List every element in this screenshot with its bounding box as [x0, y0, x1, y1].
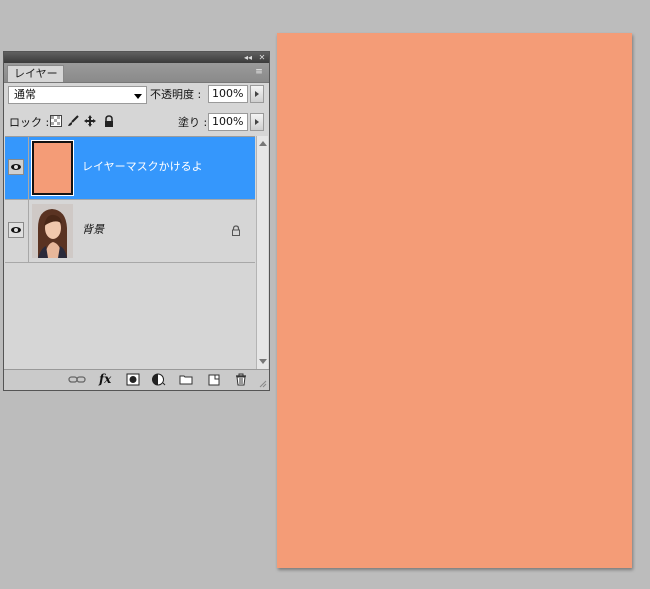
fill-label: 塗り : [178, 116, 208, 129]
document-canvas[interactable] [277, 33, 632, 568]
new-layer-icon[interactable] [207, 373, 221, 386]
lock-label: ロック : [9, 116, 50, 129]
new-group-icon[interactable] [179, 373, 193, 386]
fx-icon[interactable]: fx [99, 373, 119, 386]
blend-mode-value: 通常 [14, 88, 36, 101]
fill-field[interactable]: 100% [208, 113, 248, 131]
trash-icon[interactable] [234, 373, 248, 386]
link-gutter [28, 200, 29, 262]
blend-mode-select[interactable]: 通常 [8, 86, 147, 104]
lock-pixels-icon[interactable] [67, 115, 79, 127]
visibility-toggle[interactable] [8, 159, 24, 175]
visibility-toggle[interactable] [8, 222, 24, 238]
opacity-stepper[interactable] [250, 85, 264, 103]
opacity-field[interactable]: 100% [208, 85, 248, 103]
link-layers-icon[interactable] [68, 373, 86, 386]
lock-transparent-icon[interactable] [50, 115, 62, 127]
layers-scrollbar[interactable] [256, 136, 268, 369]
fill-stepper[interactable] [250, 113, 264, 131]
opacity-label: 不透明度 : [150, 88, 202, 101]
layers-list: レイヤーマスクかけるよ 背景 [5, 136, 255, 370]
tab-layers[interactable]: レイヤー [7, 65, 64, 82]
collapse-icon[interactable]: ◂◂ [241, 52, 255, 63]
panel-menu-icon[interactable]: ≡ [252, 66, 266, 78]
panel-titlebar[interactable]: ◂◂ ✕ [4, 52, 269, 63]
layers-panel: ◂◂ ✕ レイヤー ≡ 通常 不透明度 : 100% ロック : 塗り : 10… [3, 51, 270, 391]
layers-action-bar: fx [4, 369, 269, 390]
layer-name[interactable]: 背景 [82, 223, 104, 237]
scroll-down-icon[interactable] [259, 359, 267, 364]
close-icon[interactable]: ✕ [257, 52, 267, 63]
eye-icon [11, 164, 21, 170]
layer-name[interactable]: レイヤーマスクかけるよ [82, 160, 203, 174]
eye-icon [11, 227, 21, 233]
chevron-down-icon [134, 94, 142, 99]
link-gutter [28, 137, 29, 199]
scroll-up-icon[interactable] [259, 141, 267, 146]
tab-row: レイヤー ≡ [4, 63, 269, 83]
lock-icon [232, 225, 240, 236]
adjustment-layer-icon[interactable] [152, 373, 166, 386]
add-mask-icon[interactable] [126, 373, 140, 386]
lock-all-icon[interactable] [103, 115, 115, 127]
layer-row[interactable]: レイヤーマスクかけるよ [5, 137, 255, 200]
resize-grip-icon[interactable] [259, 380, 267, 388]
portrait-thumbnail[interactable] [32, 204, 73, 258]
layer-thumbnail[interactable] [31, 140, 74, 196]
lock-position-icon[interactable] [84, 115, 96, 127]
layer-row[interactable]: 背景 [5, 200, 255, 263]
